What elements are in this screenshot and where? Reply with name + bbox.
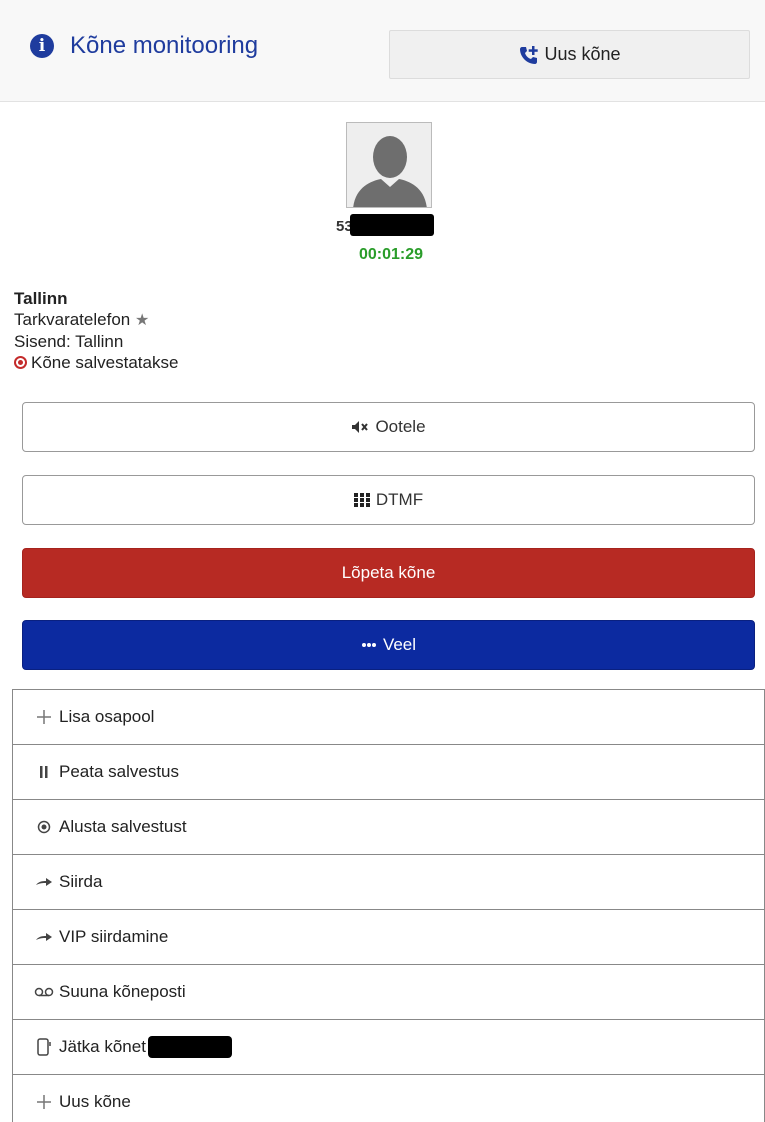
menu-item-start-recording[interactable]: Alusta salvestust: [12, 800, 765, 855]
menu-item-vip-transfer[interactable]: VIP siirdamine: [12, 910, 765, 965]
menu-item-pause-recording[interactable]: Peata salvestus: [12, 745, 765, 800]
hangup-label: Lõpeta kõne: [341, 563, 436, 582]
dtmf-button[interactable]: DTMF: [22, 475, 755, 525]
menu-item-new-call[interactable]: Uus kõne: [12, 1075, 765, 1122]
call-timer: 00:01:29: [358, 246, 424, 263]
header-bar: i Kõne monitooring Uus kõne: [0, 0, 765, 102]
keypad-icon: [353, 493, 370, 507]
caller-city: Tallinn: [14, 289, 68, 308]
arrow-right-icon: [33, 876, 55, 888]
new-call-button[interactable]: Uus kõne: [389, 30, 750, 79]
menu-item-continue-call[interactable]: Jätka kõnet: [12, 1020, 765, 1075]
menu-item-label: Suuna kõneposti: [59, 982, 186, 1001]
hangup-button[interactable]: Lõpeta kõne: [22, 548, 755, 598]
page-title: Kõne monitooring: [70, 32, 259, 59]
voicemail-icon: [33, 987, 55, 997]
menu-item-transfer[interactable]: Siirda: [12, 855, 765, 910]
menu-item-label: Peata salvestus: [59, 762, 180, 781]
dtmf-label: DTMF: [375, 490, 424, 509]
device-label: Tarkvaratelefon: [14, 310, 131, 329]
more-menu: Lisa osapool Peata salvestus Alusta salv…: [12, 689, 765, 1122]
input-line: Sisend: Tallinn: [14, 332, 124, 351]
mobile-icon: [33, 1038, 55, 1056]
plus-icon: [33, 1094, 55, 1110]
more-dots-icon: [361, 642, 377, 648]
new-call-label: Uus kõne: [544, 44, 621, 64]
caller-info: Tallinn Tarkvaratelefon ★ Sisend: Tallin…: [14, 288, 178, 373]
hold-button[interactable]: Ootele: [22, 402, 755, 452]
hold-label: Ootele: [375, 417, 426, 436]
menu-item-label: Siirda: [59, 872, 103, 891]
mute-icon: [351, 420, 369, 434]
more-button[interactable]: Veel: [22, 620, 755, 670]
avatar-silhouette-icon: [347, 123, 431, 207]
menu-item-label: Lisa osapool: [59, 707, 155, 726]
menu-item-label: Alusta salvestust: [59, 817, 187, 836]
menu-item-label: VIP siirdamine: [59, 927, 169, 946]
redacted-number: [350, 214, 434, 236]
more-label: Veel: [382, 635, 417, 654]
menu-item-label: Jätka kõnet: [59, 1037, 146, 1056]
arrow-right-icon: [33, 931, 55, 943]
pause-icon: [33, 765, 55, 779]
recording-line: Kõne salvestatakse: [14, 352, 178, 373]
menu-item-voicemail[interactable]: Suuna kõneposti: [12, 965, 765, 1020]
phone-plus-icon: [518, 45, 540, 65]
redacted-number: [147, 1036, 232, 1058]
menu-item-add-participant[interactable]: Lisa osapool: [12, 690, 765, 745]
menu-item-label: Uus kõne: [59, 1092, 131, 1111]
recording-icon: [14, 356, 27, 369]
record-icon: [33, 820, 55, 834]
caller-avatar: [346, 122, 432, 208]
star-icon[interactable]: ★: [135, 312, 149, 329]
recording-status: Kõne salvestatakse: [31, 353, 179, 372]
device-line: Tarkvaratelefon ★: [14, 309, 178, 331]
plus-icon: [33, 709, 55, 725]
title-wrap: i Kõne monitooring: [30, 32, 258, 60]
info-icon[interactable]: i: [30, 34, 54, 58]
